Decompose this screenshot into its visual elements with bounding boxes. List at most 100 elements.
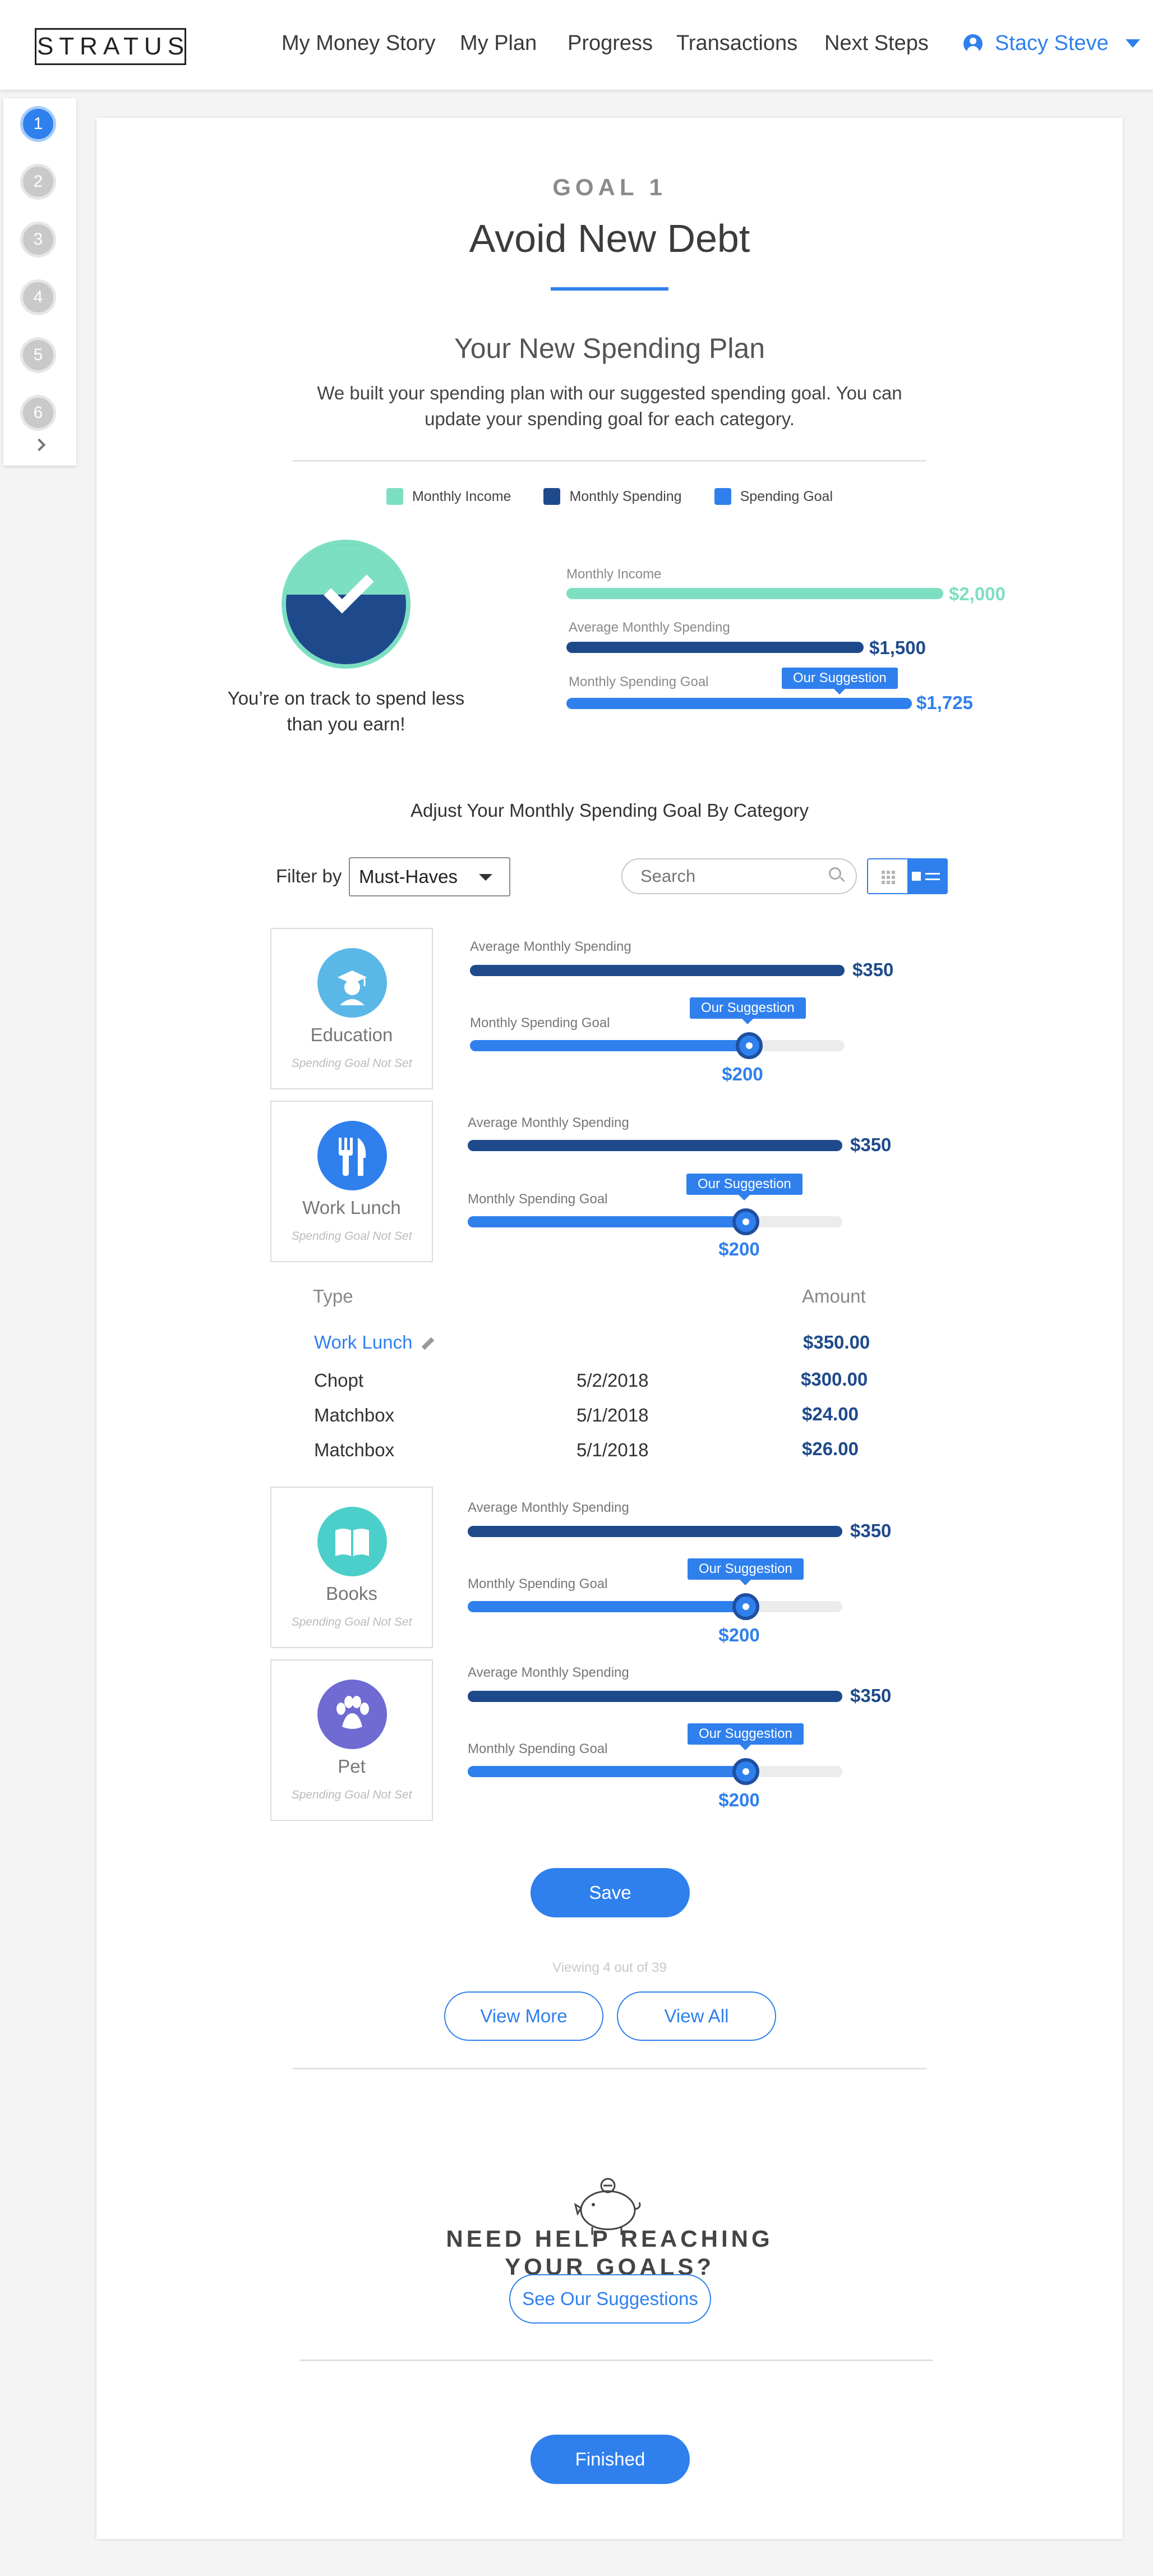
step-5[interactable]: 5 <box>20 337 56 373</box>
goal-slider-thumb[interactable] <box>732 1758 759 1785</box>
nav-my-money-story[interactable]: My Money Story <box>282 31 436 56</box>
suggestion-tag: Our Suggestion <box>782 668 898 694</box>
tx-merchant: Matchbox <box>314 1405 395 1425</box>
avg-spending-bar <box>468 1691 842 1702</box>
tx-date: 5/1/2018 <box>576 1439 649 1460</box>
user-name: Stacy Steve <box>995 31 1109 55</box>
category-name: Education <box>310 1024 393 1045</box>
filter-select[interactable]: Must-Haves <box>349 857 510 896</box>
nav-transactions[interactable]: Transactions <box>676 31 797 56</box>
spending-label: Average Monthly Spending <box>569 620 730 635</box>
goal-stepper: 1 2 3 4 5 6 <box>3 98 76 466</box>
stratus-logo[interactable]: STRATUS <box>35 28 186 65</box>
caret-down-icon <box>479 874 492 881</box>
title-underline <box>551 287 668 291</box>
divider <box>293 2068 926 2069</box>
goal-value: $200 <box>718 1625 760 1645</box>
category-card-books[interactable]: Books Spending Goal Not Set <box>270 1487 433 1648</box>
legend-goal-label: Spending Goal <box>740 488 833 504</box>
view-all-button[interactable]: View All <box>617 1991 776 2041</box>
step-3[interactable]: 3 <box>20 222 56 257</box>
goal-slider-thumb[interactable] <box>732 1593 759 1620</box>
graduation-cap-icon <box>317 948 387 1018</box>
avg-spending-bar <box>468 1526 842 1537</box>
category-status: Spending Goal Not Set <box>291 1788 412 1801</box>
chevron-down-icon <box>1125 39 1140 48</box>
chevron-right-icon[interactable] <box>33 438 46 452</box>
tx-group-total: $350.00 <box>803 1332 870 1353</box>
avg-spending-label: Average Monthly Spending <box>470 939 631 954</box>
nav-next-steps[interactable]: Next Steps <box>824 31 929 56</box>
goal-slider-fill <box>468 1216 748 1227</box>
goal-swatch <box>714 488 731 505</box>
grid-view-icon[interactable] <box>868 859 907 893</box>
income-value: $2,000 <box>949 583 1006 604</box>
tx-merchant: Matchbox <box>314 1439 395 1460</box>
step-1[interactable]: 1 <box>20 106 56 142</box>
category-name: Pet <box>338 1756 366 1777</box>
divider <box>293 460 926 462</box>
tx-amount: $24.00 <box>802 1404 859 1424</box>
goal-slider-thumb[interactable] <box>736 1032 763 1059</box>
goal-value: $200 <box>722 1064 763 1084</box>
tx-group-name[interactable]: Work Lunch <box>314 1332 434 1353</box>
income-label: Monthly Income <box>566 567 662 582</box>
search-icon[interactable] <box>829 867 841 880</box>
goal-label: Monthly Spending Goal <box>468 1576 608 1591</box>
step-6[interactable]: 6 <box>20 395 56 431</box>
see-suggestions-button[interactable]: See Our Suggestions <box>509 2274 711 2324</box>
legend-goal: Spending Goal <box>714 488 833 505</box>
nav-progress[interactable]: Progress <box>568 31 653 56</box>
save-button[interactable]: Save <box>531 1868 690 1917</box>
piggy-bank-icon <box>573 2175 646 2237</box>
book-icon <box>317 1507 387 1576</box>
legend-income: Monthly Income <box>386 488 511 505</box>
top-header: STRATUS My Money Story My Plan Progress … <box>0 0 1153 90</box>
tx-amount: $300.00 <box>801 1369 868 1390</box>
chart-legend: Monthly Income Monthly Spending Spending… <box>96 488 1123 505</box>
goal-label: Monthly Spending Goal <box>468 1741 608 1756</box>
goal-value: $1,725 <box>916 692 973 713</box>
goal-slider-thumb[interactable] <box>732 1208 759 1235</box>
avg-spending-label: Average Monthly Spending <box>468 1500 629 1515</box>
viewing-count: Viewing 4 out of 39 <box>552 1960 667 1975</box>
view-more-button[interactable]: View More <box>444 1991 603 2041</box>
filter-value: Must-Haves <box>359 866 458 887</box>
avg-spending-value: $350 <box>850 1685 892 1706</box>
search-input[interactable] <box>621 858 857 894</box>
nav-my-plan[interactable]: My Plan <box>460 31 537 56</box>
tx-date: 5/1/2018 <box>576 1405 649 1425</box>
suggestion-tag: Our Suggestion <box>690 997 806 1024</box>
legend-spending-label: Monthly Spending <box>569 488 682 504</box>
finished-button[interactable]: Finished <box>531 2435 690 2484</box>
avg-spending-label: Average Monthly Spending <box>468 1115 629 1130</box>
step-2[interactable]: 2 <box>20 164 56 200</box>
plan-description: We built your spending plan with our sug… <box>317 383 902 429</box>
category-status: Spending Goal Not Set <box>291 1616 412 1629</box>
suggestion-tag: Our Suggestion <box>686 1174 803 1200</box>
user-menu[interactable]: Stacy Steve <box>963 31 1140 56</box>
tx-amount-header: Amount <box>802 1286 866 1307</box>
plan-title: Your New Spending Plan <box>454 333 765 364</box>
goal-label: Monthly Spending Goal <box>470 1015 610 1031</box>
category-card-pet[interactable]: Pet Spending Goal Not Set <box>270 1659 433 1821</box>
list-view-icon[interactable] <box>907 859 947 893</box>
category-card-work-lunch[interactable]: Work Lunch Spending Goal Not Set <box>270 1101 433 1262</box>
goal-slider-fill <box>470 1040 750 1051</box>
view-toggle[interactable] <box>867 858 948 894</box>
avg-spending-value: $350 <box>852 959 894 980</box>
goal-slider-fill <box>468 1601 748 1612</box>
category-status: Spending Goal Not Set <box>291 1057 412 1070</box>
goal-title: Avoid New Debt <box>469 217 750 260</box>
pencil-icon[interactable] <box>421 1337 434 1350</box>
goal-value: $200 <box>718 1239 760 1259</box>
tx-date: 5/2/2018 <box>576 1370 649 1391</box>
legend-income-label: Monthly Income <box>412 488 511 504</box>
category-card-education[interactable]: Education Spending Goal Not Set <box>270 928 433 1089</box>
avg-spending-value: $350 <box>850 1134 892 1155</box>
legend-spending: Monthly Spending <box>543 488 682 505</box>
category-name: Work Lunch <box>302 1197 401 1218</box>
on-track-indicator <box>282 540 411 669</box>
avg-spending-bar <box>470 965 845 976</box>
step-4[interactable]: 4 <box>20 279 56 315</box>
